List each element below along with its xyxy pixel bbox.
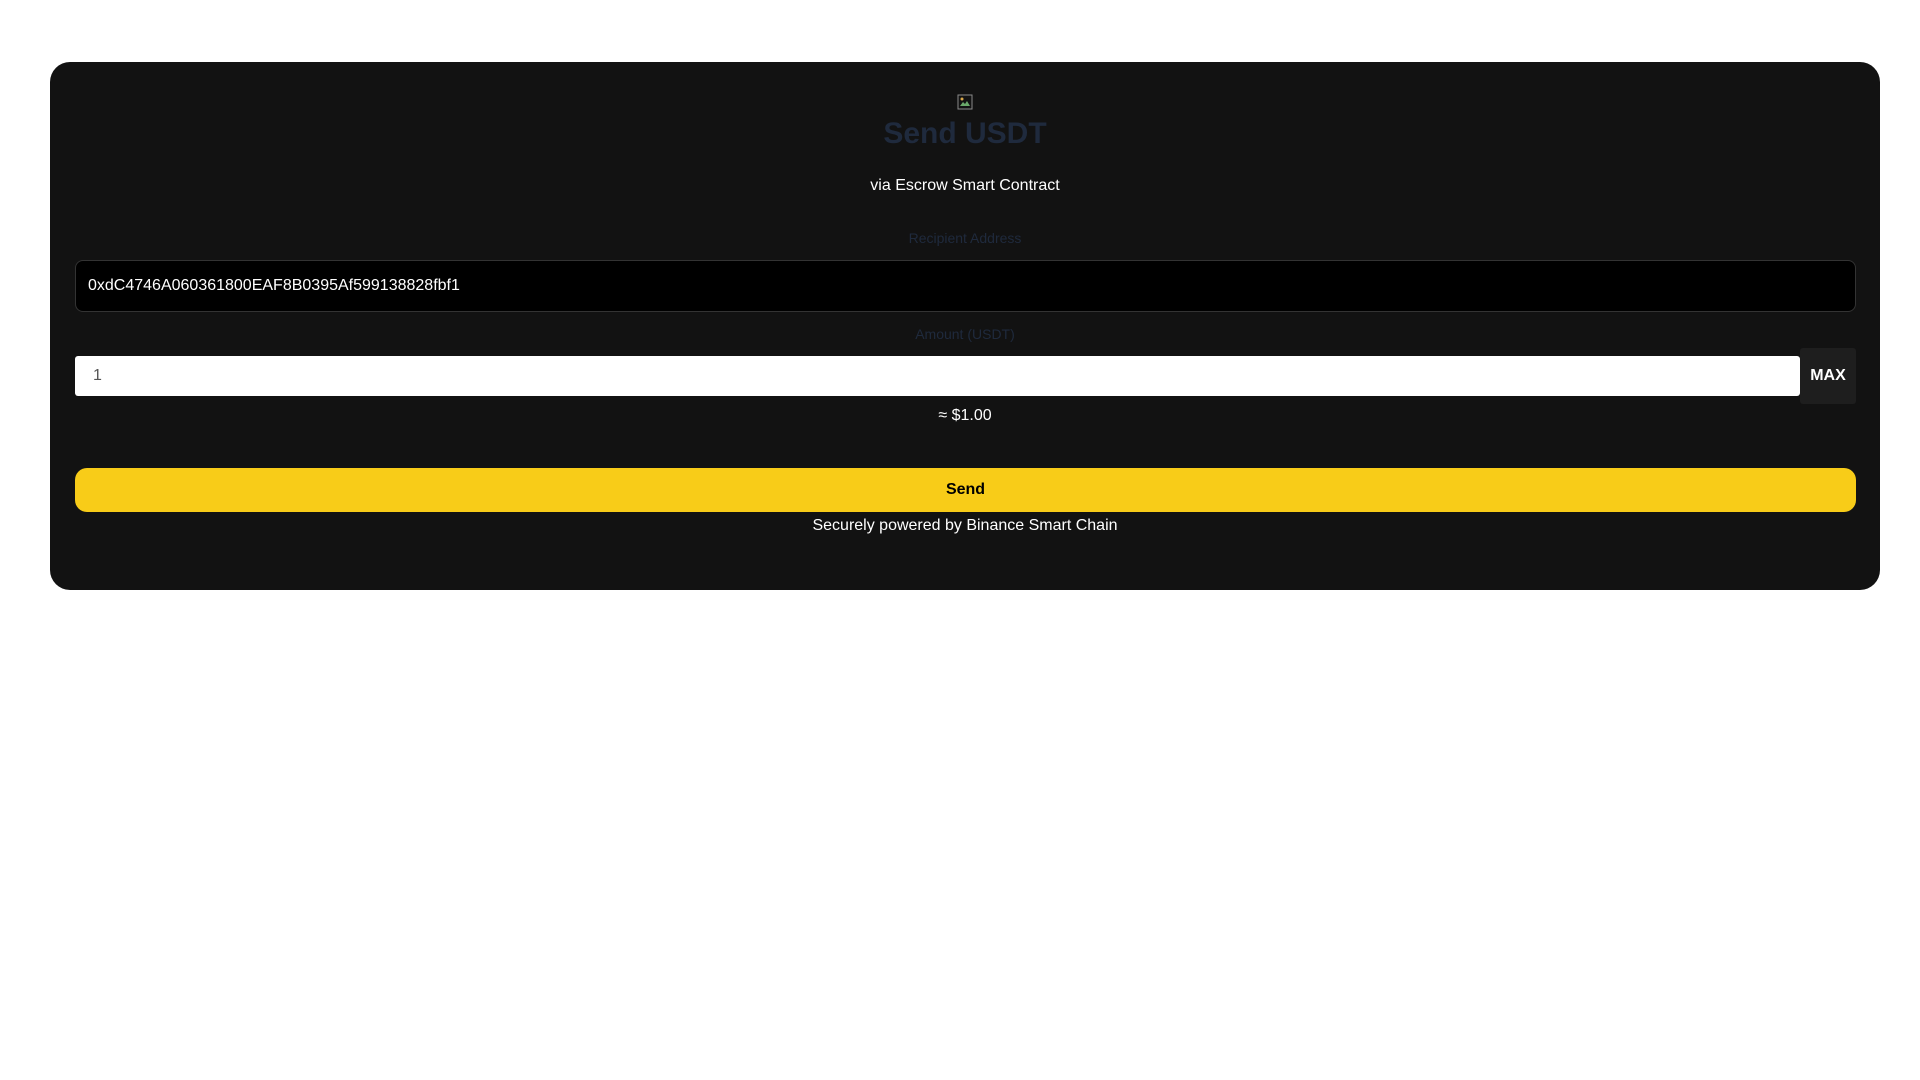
page-title: Send USDT — [883, 117, 1047, 150]
send-card: Send USDT via Escrow Smart Contract Reci… — [50, 62, 1880, 590]
send-button[interactable]: Send — [75, 468, 1856, 512]
footer-note: Securely powered by Binance Smart Chain — [812, 517, 1118, 534]
broken-image-icon — [957, 94, 973, 110]
page-subtitle: via Escrow Smart Contract — [870, 177, 1060, 194]
amount-input[interactable] — [75, 356, 1800, 396]
recipient-address-label: Recipient Address — [908, 230, 1022, 246]
max-button[interactable]: MAX — [1800, 348, 1856, 404]
amount-label: Amount (USDT) — [915, 326, 1015, 342]
usd-equivalent: ≈ $1.00 — [938, 407, 992, 424]
recipient-address-input[interactable] — [75, 260, 1856, 312]
